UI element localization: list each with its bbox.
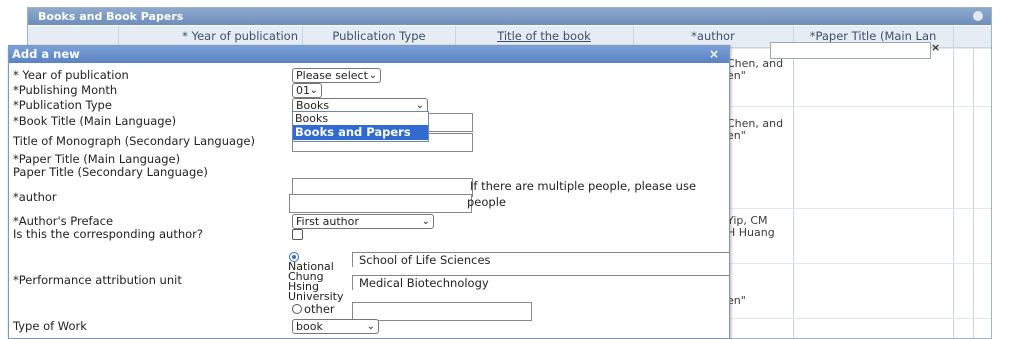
add-new-dialog: Add a new × * Year of publication Please… [8, 45, 730, 339]
chevron-down-icon: ⌄ [368, 70, 377, 81]
work-type-label: Type of Work [13, 319, 87, 333]
work-type-select[interactable]: book ⌄ [292, 319, 379, 334]
column-year[interactable]: * Year of publication [118, 26, 303, 47]
chevron-down-icon: ⌄ [366, 321, 375, 332]
dropdown-option-books[interactable]: Books [293, 112, 428, 125]
author-cell: Chen, and en" [727, 57, 783, 82]
column-divider [973, 48, 974, 338]
column-publication-type[interactable]: Publication Type [303, 26, 456, 47]
author-cell: Chen, and en" [727, 117, 783, 142]
author-preface-value: First author [296, 215, 359, 228]
column-divider [793, 48, 794, 338]
clear-filter-icon[interactable]: × [931, 41, 940, 54]
book-title-label: *Book Title (Main Language) [13, 114, 177, 128]
author-cell: Yip, CM H Huang [727, 214, 775, 239]
close-icon[interactable]: × [709, 46, 719, 63]
corresponding-author-checkbox[interactable] [292, 229, 303, 240]
collapse-icon[interactable] [973, 11, 983, 21]
author-input-secondary[interactable] [289, 194, 472, 213]
corresponding-author-label: Is this the corresponding author? [13, 227, 203, 241]
unit-other-radio[interactable] [292, 304, 302, 314]
header-spacer [28, 26, 119, 47]
paper-title-filter-input[interactable] [770, 42, 931, 59]
year-select-value: Please select [296, 69, 368, 82]
month-label: *Publishing Month [13, 83, 118, 97]
work-type-value: book [296, 320, 323, 333]
unit-college-field[interactable]: School of Life Sciences [352, 252, 729, 267]
author-preface-label: *Author's Preface [13, 214, 114, 228]
chevron-down-icon: ⌄ [309, 85, 318, 96]
author-hint-line-1: If there are multiple people, please use [470, 179, 697, 193]
year-select[interactable]: Please select ⌄ [292, 68, 381, 83]
unit-national-label: National Chung Hsing University [288, 260, 344, 303]
unit-department-field[interactable]: Medical Biotechnology [352, 275, 729, 290]
unit-other-input[interactable] [352, 302, 532, 321]
author-label: *author [13, 190, 57, 204]
dialog-title-bar: Add a new × [9, 46, 729, 63]
column-divider [953, 48, 954, 338]
dropdown-option-books-and-papers[interactable]: Books and Papers [293, 125, 428, 140]
paper-title-secondary-label: Paper Title (Secondary Language) [13, 165, 208, 179]
column-book-title[interactable]: Title of the book [455, 26, 634, 47]
chevron-down-icon: ⌄ [421, 216, 430, 227]
publication-type-label: *Publication Type [13, 98, 112, 112]
unit-other-label: other [304, 302, 335, 316]
panel-title: Books and Book Papers [38, 10, 184, 23]
monograph-title-label: Title of Monograph (Secondary Language) [13, 134, 255, 148]
month-select-value: 01 [296, 84, 310, 97]
author-hint-line-2: people [467, 195, 506, 209]
attribution-unit-label: *Performance attribution unit [13, 273, 182, 287]
year-label: * Year of publication [13, 68, 129, 82]
month-select[interactable]: 01 ⌄ [292, 83, 322, 98]
author-cell: en" [727, 294, 746, 307]
publication-type-dropdown: Books Books and Papers [292, 111, 429, 142]
author-preface-select[interactable]: First author ⌄ [292, 214, 434, 229]
dialog-title: Add a new [12, 47, 80, 61]
paper-title-main-label: *Paper Title (Main Language) [13, 152, 181, 166]
panel-title-bar: Books and Book Papers [28, 8, 991, 25]
